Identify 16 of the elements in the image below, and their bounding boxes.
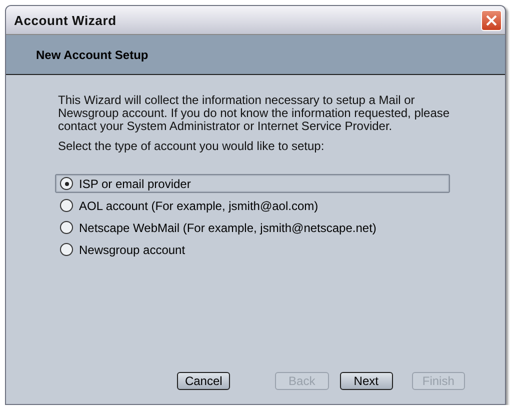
- radio-option[interactable]: ISP or email provider: [55, 174, 450, 193]
- radio-option[interactable]: Newsgroup account: [55, 240, 450, 259]
- prompt-text: Select the type of account you would like to setup:: [58, 140, 326, 153]
- radio-button[interactable]: [60, 177, 73, 190]
- header-title: New Account Setup: [36, 48, 148, 62]
- intro-text: This Wizard will collect the information necessary to setup a Mail or Newsgroup account. If you do not know the information requested, please contact your System Administrator or Internet Service Provider.: [58, 94, 451, 133]
- window-title: Account Wizard: [14, 12, 116, 28]
- radio-option[interactable]: Netscape WebMail (For example, jsmith@netscape.net): [55, 218, 450, 237]
- radio-option[interactable]: AOL account (For example, jsmith@aol.com): [55, 196, 450, 215]
- wizard-button[interactable]: Cancel: [177, 372, 230, 390]
- close-button[interactable]: [481, 10, 502, 30]
- close-icon: [486, 14, 497, 26]
- radio-button[interactable]: [60, 243, 73, 256]
- wizard-button[interactable]: Next: [340, 372, 393, 390]
- radio-button[interactable]: [60, 199, 73, 212]
- radio-button[interactable]: [60, 221, 73, 234]
